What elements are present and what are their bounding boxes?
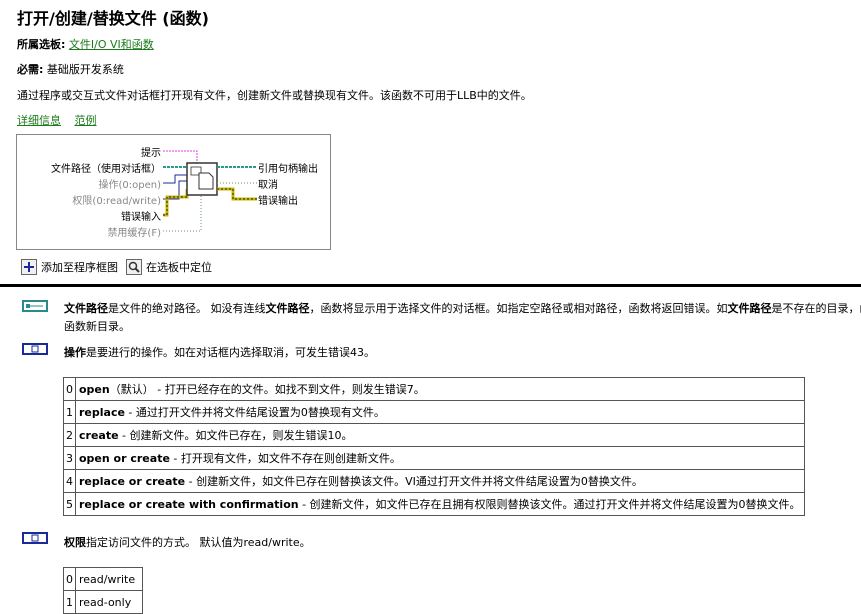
requires-label: 必需:: [17, 63, 43, 76]
file-path-desc-line2: 函数新目录。: [64, 318, 130, 334]
file-path-text1: 是文件的绝对路径。 如没有连线: [108, 302, 266, 315]
option-number: 1: [64, 401, 76, 424]
file-path-text3: 是不存在的目录，函数: [772, 302, 861, 315]
table-row: 0open（默认） - 打开已经存在的文件。如找不到文件，则发生错误7。: [64, 378, 805, 401]
option-name: replace: [79, 406, 125, 419]
option-number: 2: [64, 424, 76, 447]
option-number: 5: [64, 493, 76, 516]
option-name: create: [79, 429, 119, 442]
option-name: replace or create: [79, 475, 185, 488]
option-name: open: [79, 383, 110, 396]
connector-pane-diagram: 提示 文件路径（使用对话框） 操作(0:open) 权限(0:read/writ…: [16, 134, 331, 250]
table-row: 1read-only: [64, 591, 143, 614]
links-row: 详细信息 范例: [17, 112, 107, 128]
option-number: 0: [64, 568, 76, 591]
operation-name: 操作: [64, 346, 86, 359]
enum-terminal-icon: [22, 343, 48, 355]
locate-in-palette-button[interactable]: 在选板中定位: [126, 259, 212, 275]
option-text: read/write: [76, 568, 143, 591]
option-number: 0: [64, 378, 76, 401]
action-bar: 添加至程序框图 在选板中定位: [21, 259, 220, 275]
input-prompt-label: 提示: [141, 144, 161, 159]
option-text: - 打开现有文件，如文件不存在则创建新文件。: [170, 452, 401, 465]
option-number: 4: [64, 470, 76, 493]
option-desc: replace or create - 创建新文件，如文件已存在则替换该文件。V…: [76, 470, 805, 493]
permission-name: 权限: [64, 536, 86, 549]
locate-in-palette-label: 在选板中定位: [146, 259, 212, 275]
option-text: - 创建新文件，如文件已存在则替换该文件。VI通过打开文件并将文件结尾设置为0替…: [185, 475, 643, 488]
path-terminal-icon: [22, 300, 48, 312]
option-desc: create - 创建新文件。如文件已存在，则发生错误10。: [76, 424, 805, 447]
option-text: - 创建新文件，如文件已存在且拥有权限则替换该文件。通过打开文件并将文件结尾设置…: [299, 498, 801, 511]
palette-row: 所属选板: 文件I/O VI和函数: [17, 36, 154, 52]
operation-desc: 操作是要进行的操作。如在对话框内选择取消，可发生错误43。: [64, 344, 375, 360]
description: 通过程序或交互式文件对话框打开现有文件，创建新文件或替换现有文件。该函数不可用于…: [17, 87, 532, 103]
option-desc: open or create - 打开现有文件，如文件不存在则创建新文件。: [76, 447, 805, 470]
permission-options-table: 0read/write1read-only: [63, 567, 143, 614]
option-desc: replace - 通过打开文件并将文件结尾设置为0替换现有文件。: [76, 401, 805, 424]
palette-label: 所属选板:: [17, 38, 65, 51]
output-error-out-label: 错误输出: [258, 192, 298, 207]
file-path-text2: ，函数将显示用于选择文件的对话框。如指定空路径或相对路径，函数将返回错误。如: [310, 302, 728, 315]
table-row: 1replace - 通过打开文件并将文件结尾设置为0替换现有文件。: [64, 401, 805, 424]
option-number: 1: [64, 591, 76, 614]
table-row: 0read/write: [64, 568, 143, 591]
option-text: （默认） - 打开已经存在的文件。如找不到文件，则发生错误7。: [110, 383, 425, 396]
requires-value: 基础版开发系统: [47, 63, 124, 76]
palette-link[interactable]: 文件I/O VI和函数: [69, 38, 154, 51]
option-text: read-only: [76, 591, 143, 614]
option-desc: replace or create with confirmation - 创建…: [76, 493, 805, 516]
input-disable-buffer-label: 禁用缓存(F): [107, 224, 161, 239]
option-text: - 通过打开文件并将文件结尾设置为0替换现有文件。: [125, 406, 385, 419]
file-path-desc: 文件路径是文件的绝对路径。 如没有连线文件路径，函数将显示用于选择文件的对话框。…: [64, 300, 861, 316]
file-path-name3: 文件路径: [728, 302, 772, 315]
permission-text: 指定访问文件的方式。 默认值为read/write。: [86, 536, 311, 549]
option-name: open or create: [79, 452, 170, 465]
file-path-name2: 文件路径: [266, 302, 310, 315]
plus-icon: [21, 259, 37, 275]
operation-options-table: 0open（默认） - 打开已经存在的文件。如找不到文件，则发生错误7。1rep…: [63, 377, 805, 516]
operation-text: 是要进行的操作。如在对话框内选择取消，可发生错误43。: [86, 346, 375, 359]
output-refnum-label: 引用句柄输出: [258, 160, 318, 175]
output-cancel-label: 取消: [258, 176, 278, 191]
option-text: - 创建新文件。如文件已存在，则发生错误10。: [119, 429, 353, 442]
details-link[interactable]: 详细信息: [17, 114, 61, 127]
add-to-diagram-button[interactable]: 添加至程序框图: [21, 259, 118, 275]
table-row: 4replace or create - 创建新文件，如文件已存在则替换该文件。…: [64, 470, 805, 493]
permission-desc: 权限指定访问文件的方式。 默认值为read/write。: [64, 534, 311, 550]
input-error-in-label: 错误输入: [121, 208, 161, 223]
add-to-diagram-label: 添加至程序框图: [41, 259, 118, 275]
table-row: 3open or create - 打开现有文件，如文件不存在则创建新文件。: [64, 447, 805, 470]
input-operation-label: 操作(0:open): [99, 176, 162, 191]
input-permission-label: 权限(0:read/write): [72, 192, 161, 207]
option-number: 3: [64, 447, 76, 470]
requires-row: 必需: 基础版开发系统: [17, 61, 124, 77]
file-path-name: 文件路径: [64, 302, 108, 315]
table-row: 5replace or create with confirmation - 创…: [64, 493, 805, 516]
magnifier-icon: [126, 259, 142, 275]
examples-link[interactable]: 范例: [75, 114, 97, 127]
section-divider: [0, 284, 861, 287]
option-desc: open（默认） - 打开已经存在的文件。如找不到文件，则发生错误7。: [76, 378, 805, 401]
page-title: 打开/创建/替换文件 (函数): [17, 5, 209, 29]
enum-terminal-icon: [22, 532, 48, 544]
table-row: 2create - 创建新文件。如文件已存在，则发生错误10。: [64, 424, 805, 447]
input-file-path-label: 文件路径（使用对话框）: [51, 160, 161, 175]
option-name: replace or create with confirmation: [79, 498, 299, 511]
